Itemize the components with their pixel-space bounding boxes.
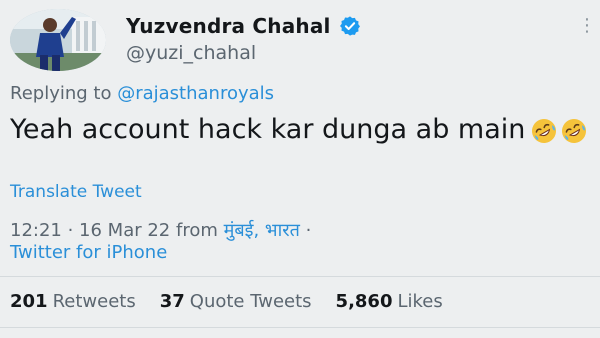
- tweet-location-link[interactable]: मुंबई, भारत: [224, 220, 300, 241]
- avatar-photo: [10, 9, 106, 71]
- quote-tweets-label: Quote Tweets: [189, 291, 312, 312]
- translate-tweet-link[interactable]: Translate Tweet: [10, 182, 142, 202]
- retweets-label: Retweets: [52, 291, 136, 312]
- quote-tweets-stat[interactable]: 37 Quote Tweets: [160, 291, 312, 312]
- from-label: from: [170, 220, 224, 241]
- avatar[interactable]: [10, 9, 106, 71]
- rolling-on-floor-laughing-icon: [532, 119, 557, 143]
- display-name[interactable]: Yuzvendra Chahal: [126, 14, 331, 38]
- tweet-time[interactable]: 12:21: [10, 220, 62, 241]
- tweet-date[interactable]: 16 Mar 22: [79, 220, 170, 241]
- emoji-group: [531, 118, 587, 144]
- tweet-body: Yeah account hack kar dunga ab main: [10, 114, 526, 145]
- replying-prefix: Replying to: [10, 83, 118, 104]
- likes-label: Likes: [397, 291, 443, 312]
- meta-trailing-separator: ·: [299, 220, 312, 241]
- likes-count: 5,860: [335, 291, 393, 312]
- engagement-stats: 201 Retweets 37 Quote Tweets 5,860 Likes: [10, 291, 443, 312]
- author-handle[interactable]: @yuzi_chahal: [126, 42, 256, 64]
- likes-stat[interactable]: 5,860 Likes: [336, 291, 443, 312]
- rolling-on-floor-laughing-icon: [562, 119, 587, 143]
- verified-badge-icon: [339, 16, 360, 36]
- replying-to-line: Replying to @rajasthanroyals: [10, 83, 274, 104]
- quote-tweets-count: 37: [159, 291, 185, 312]
- tweet-metadata: 12:21 · 16 Mar 22 from मुंबई, भारत ·: [10, 218, 311, 242]
- meta-separator: ·: [61, 220, 80, 241]
- divider: [0, 276, 600, 277]
- retweets-count: 201: [10, 291, 48, 312]
- divider: [0, 327, 600, 328]
- author-row: Yuzvendra Chahal: [126, 14, 361, 38]
- tweet-card: Yuzvendra Chahal @yuzi_chahal ⋮ Replying…: [0, 0, 600, 338]
- reply-mention-link[interactable]: @rajasthanroyals: [117, 83, 274, 104]
- tweet-text: Yeah account hack kar dunga ab main: [10, 112, 590, 147]
- more-vertical-icon[interactable]: ⋮: [578, 16, 596, 36]
- tweet-source-link[interactable]: Twitter for iPhone: [10, 242, 167, 263]
- retweets-stat[interactable]: 201 Retweets: [10, 291, 136, 312]
